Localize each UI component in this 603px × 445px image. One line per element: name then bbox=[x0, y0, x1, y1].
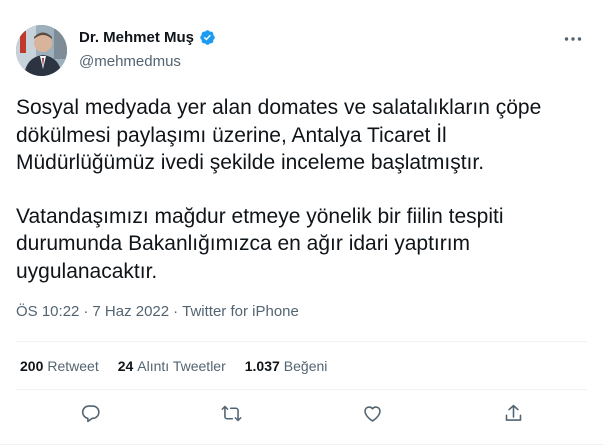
retweets-label: Retweet bbox=[47, 358, 99, 374]
avatar[interactable] bbox=[16, 25, 67, 76]
retweets-stat[interactable]: 200 Retweet bbox=[20, 358, 99, 374]
likes-stat[interactable]: 1.037 Beğeni bbox=[245, 358, 328, 374]
meta-separator: · bbox=[83, 303, 89, 320]
tweet-actions bbox=[0, 401, 603, 429]
quotes-count: 24 bbox=[117, 358, 134, 374]
tweet-paragraph: Sosyal medyada yer alan domates ve salat… bbox=[16, 96, 542, 174]
divider bbox=[16, 389, 587, 390]
more-options-button[interactable] bbox=[563, 32, 583, 46]
reply-button[interactable] bbox=[78, 401, 102, 425]
meta-separator: · bbox=[173, 303, 179, 320]
author-display-name[interactable]: Dr. Mehmet Muş bbox=[79, 29, 194, 46]
likes-count: 1.037 bbox=[244, 358, 280, 374]
retweet-icon bbox=[221, 405, 241, 421]
avatar-image bbox=[16, 25, 67, 76]
engagement-stats: 200 Retweet 24 Alıntı Tweetler 1.037 Beğ… bbox=[20, 358, 327, 374]
retweets-count: 200 bbox=[20, 358, 44, 374]
tweet-date[interactable]: 7 Haz 2022 bbox=[92, 303, 169, 320]
quotes-stat[interactable]: 24 Alıntı Tweetler bbox=[118, 358, 226, 374]
share-icon bbox=[505, 404, 521, 421]
tweet-text: Sosyal medyada yer alan domates ve salat… bbox=[16, 94, 588, 285]
tweet-card: Dr. Mehmet Muş @mehmedmus Sosyal medyada… bbox=[0, 0, 603, 445]
tweet-time[interactable]: ÖS 10:22 bbox=[16, 303, 79, 320]
retweet-button[interactable] bbox=[219, 401, 243, 425]
verified-badge-icon bbox=[199, 29, 216, 46]
author-name-row[interactable]: Dr. Mehmet Muş bbox=[79, 29, 216, 46]
like-button[interactable] bbox=[360, 401, 384, 425]
more-dots-icon bbox=[564, 37, 582, 41]
author-handle[interactable]: @mehmedmus bbox=[79, 53, 181, 70]
quotes-label: Alıntı Tweetler bbox=[137, 358, 226, 374]
share-button[interactable] bbox=[501, 401, 525, 425]
reply-icon bbox=[81, 404, 100, 422]
tweet-source[interactable]: Twitter for iPhone bbox=[182, 303, 299, 320]
tweet-meta: ÖS 10:22 · 7 Haz 2022 · Twitter for iPho… bbox=[16, 303, 299, 320]
divider bbox=[16, 341, 587, 342]
heart-icon bbox=[363, 405, 381, 422]
tweet-paragraph: Vatandaşımızı mağdur etmeye yönelik bir … bbox=[16, 204, 504, 283]
likes-label: Beğeni bbox=[283, 358, 328, 374]
